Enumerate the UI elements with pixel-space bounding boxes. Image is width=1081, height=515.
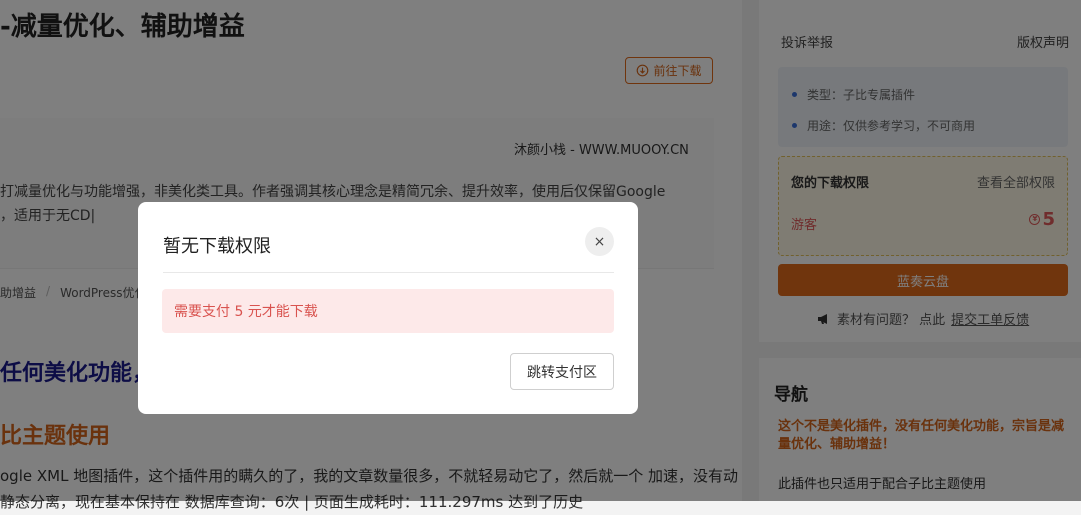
page: -减量优化、辅助增益 前往下载 沐颜小栈 - WWW.MUOOY.CN 打减量优… [0,0,1081,511]
close-icon[interactable]: × [585,227,614,256]
no-permission-dialog: 暂无下载权限 × 需要支付 5 元才能下载 跳转支付区 [138,202,638,414]
dialog-title: 暂无下载权限 [163,236,271,257]
payment-alert: 需要支付 5 元才能下载 [162,289,614,333]
dialog-divider [163,272,614,273]
go-to-payment-button[interactable]: 跳转支付区 [510,353,614,390]
